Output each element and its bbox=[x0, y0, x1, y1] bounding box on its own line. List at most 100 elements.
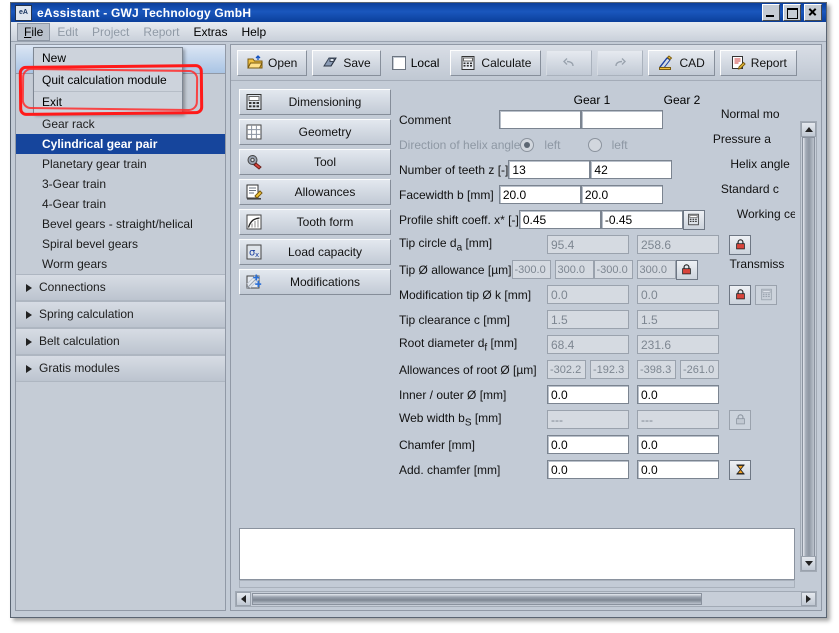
chevron-right-icon bbox=[26, 311, 32, 319]
row-root-diameter: Root diameter df [mm] 68.4 231.6 bbox=[399, 332, 795, 357]
tree-item-gear-rack[interactable]: Gear rack bbox=[16, 114, 225, 134]
chamfer-gear1-input[interactable]: 0.0 bbox=[547, 435, 629, 454]
calculator-icon[interactable] bbox=[683, 210, 705, 230]
label-comment: Comment bbox=[399, 113, 499, 127]
redo-icon bbox=[612, 55, 628, 71]
lock-icon[interactable] bbox=[676, 260, 698, 280]
save-button-label: Save bbox=[343, 56, 370, 70]
facewidth-gear2-input[interactable]: 20.0 bbox=[581, 185, 663, 204]
content-vertical-scrollbar[interactable] bbox=[800, 121, 817, 572]
helix-gear2-radio[interactable] bbox=[588, 138, 602, 152]
report-button[interactable]: Report bbox=[720, 50, 797, 76]
scroll-down-arrow[interactable] bbox=[801, 556, 816, 571]
tab-modifications[interactable]: Modifications bbox=[239, 269, 391, 295]
scroll-left-arrow[interactable] bbox=[236, 592, 251, 606]
redo-button[interactable] bbox=[597, 50, 643, 76]
rootdia-gear1-value: 68.4 bbox=[547, 335, 629, 354]
rootallow-gear1-upper: -192.3 bbox=[590, 360, 629, 379]
rootdia-gear2-value: 231.6 bbox=[637, 335, 719, 354]
menu-project[interactable]: Project bbox=[85, 23, 136, 41]
close-icon[interactable] bbox=[804, 4, 822, 21]
open-button[interactable]: Open bbox=[237, 50, 307, 76]
innerouter-gear1-input[interactable]: 0.0 bbox=[547, 385, 629, 404]
undo-button[interactable] bbox=[546, 50, 592, 76]
tree-item-4-gear-train[interactable]: 4-Gear train bbox=[16, 194, 225, 214]
cad-button-label: CAD bbox=[679, 56, 704, 70]
menu-item-new[interactable]: New bbox=[34, 48, 182, 70]
menu-report[interactable]: Report bbox=[136, 23, 186, 41]
cad-button[interactable]: CAD bbox=[648, 50, 714, 76]
tree-item-3-gear-train[interactable]: 3-Gear train bbox=[16, 174, 225, 194]
label-chamfer: Chamfer [mm] bbox=[399, 438, 547, 452]
right-label-transmission-ratio: Transmiss bbox=[698, 257, 795, 282]
rootallow-gear2-upper: -261.0 bbox=[680, 360, 719, 379]
webwidth-gear2-value: --- bbox=[637, 410, 719, 429]
row-tip-clearance: Tip clearance c [mm] 1.5 1.5 bbox=[399, 307, 795, 332]
tree-group-belt-calculation[interactable]: Belt calculation bbox=[16, 328, 225, 355]
menu-item-exit[interactable]: Exit bbox=[34, 92, 182, 113]
tab-tool[interactable]: Tool bbox=[239, 149, 391, 175]
tree-item-planetary-gear-train[interactable]: Planetary gear train bbox=[16, 154, 225, 174]
gear-column-headers: Gear 1 Gear 2 bbox=[399, 85, 795, 107]
tab-geometry[interactable]: Geometry bbox=[239, 119, 391, 145]
hourglass-icon[interactable] bbox=[729, 460, 751, 480]
teeth-gear1-input[interactable]: 13 bbox=[508, 160, 590, 179]
open-folder-icon bbox=[247, 55, 263, 71]
tree-item-bevel-gears[interactable]: Bevel gears - straight/helical bbox=[16, 214, 225, 234]
tree-item-spiral-bevel-gears[interactable]: Spiral bevel gears bbox=[16, 234, 225, 254]
comment-gear2-input[interactable] bbox=[581, 110, 663, 129]
comment-gear1-input[interactable] bbox=[499, 110, 581, 129]
tab-allowances[interactable]: Allowances bbox=[239, 179, 391, 205]
tipallow-gear1-lower: -300.0 bbox=[512, 260, 551, 279]
menu-extras[interactable]: Extras bbox=[186, 23, 234, 41]
tab-tooth-form-label: Tooth form bbox=[268, 215, 390, 229]
save-button[interactable]: Save bbox=[312, 50, 380, 76]
lock-icon[interactable] bbox=[729, 235, 751, 255]
horizontal-scroll-thumb[interactable] bbox=[252, 593, 702, 605]
label-inner-outer-diameter: Inner / outer Ø [mm] bbox=[399, 388, 547, 402]
modtip-gear2-value: 0.0 bbox=[637, 285, 719, 304]
maximize-icon[interactable] bbox=[783, 4, 801, 21]
tree-group-gratis-modules[interactable]: Gratis modules bbox=[16, 355, 225, 382]
message-box[interactable] bbox=[239, 528, 795, 580]
lock-icon[interactable] bbox=[729, 285, 751, 305]
chamfer-gear2-input[interactable]: 0.0 bbox=[637, 435, 719, 454]
innerouter-gear2-input[interactable]: 0.0 bbox=[637, 385, 719, 404]
local-checkbox[interactable]: Local bbox=[386, 56, 446, 70]
report-button-label: Report bbox=[751, 56, 787, 70]
label-root-diameter: Root diameter df [mm] bbox=[399, 336, 547, 353]
label-allowances-of-root: Allowances of root Ø [µm] bbox=[399, 363, 547, 377]
facewidth-gear1-input[interactable]: 20.0 bbox=[499, 185, 581, 204]
helix-gear1-radio[interactable] bbox=[520, 138, 534, 152]
tab-tooth-form[interactable]: Tooth form bbox=[239, 209, 391, 235]
menu-help[interactable]: Help bbox=[234, 23, 273, 41]
tree-item-cylindrical-gear-pair[interactable]: Cylindrical gear pair bbox=[16, 134, 225, 154]
right-label-pressure-angle: Pressure a bbox=[655, 132, 795, 157]
menu-file[interactable]: FFileile bbox=[17, 23, 50, 41]
tab-load-capacity[interactable]: σx Load capacity bbox=[239, 239, 391, 265]
row-add-chamfer: Add. chamfer [mm] 0.0 0.0 bbox=[399, 457, 795, 482]
row-allowances-of-root: Allowances of root Ø [µm] -302.2-192.3 -… bbox=[399, 357, 795, 382]
tab-dimensioning[interactable]: Dimensioning bbox=[239, 89, 391, 115]
minimize-icon[interactable] bbox=[762, 4, 780, 21]
tree-item-worm-gears[interactable]: Worm gears bbox=[16, 254, 225, 274]
window-controls bbox=[762, 4, 824, 21]
scroll-up-arrow[interactable] bbox=[801, 122, 816, 137]
menu-edit[interactable]: Edit bbox=[50, 23, 85, 41]
content-horizontal-scrollbar[interactable] bbox=[235, 591, 817, 607]
grid-icon bbox=[244, 122, 264, 142]
addchamfer-gear1-input[interactable]: 0.0 bbox=[547, 460, 629, 479]
menu-item-quit-calculation-module[interactable]: Quit calculation module bbox=[34, 70, 182, 92]
checkbox-box[interactable] bbox=[392, 56, 406, 70]
teeth-gear2-input[interactable]: 42 bbox=[590, 160, 672, 179]
tab-load-capacity-label: Load capacity bbox=[268, 245, 390, 259]
profileshift-gear2-input[interactable]: -0.45 bbox=[601, 210, 683, 229]
tree-group-spring-calculation[interactable]: Spring calculation bbox=[16, 301, 225, 328]
scroll-right-arrow[interactable] bbox=[801, 592, 816, 606]
vertical-scroll-thumb[interactable] bbox=[802, 137, 815, 564]
addchamfer-gear2-input[interactable]: 0.0 bbox=[637, 460, 719, 479]
profileshift-gear1-input[interactable]: 0.45 bbox=[519, 210, 601, 229]
svg-text:x: x bbox=[255, 251, 259, 259]
calculate-button[interactable]: Calculate bbox=[450, 50, 541, 76]
tree-group-connections[interactable]: Connections bbox=[16, 274, 225, 301]
